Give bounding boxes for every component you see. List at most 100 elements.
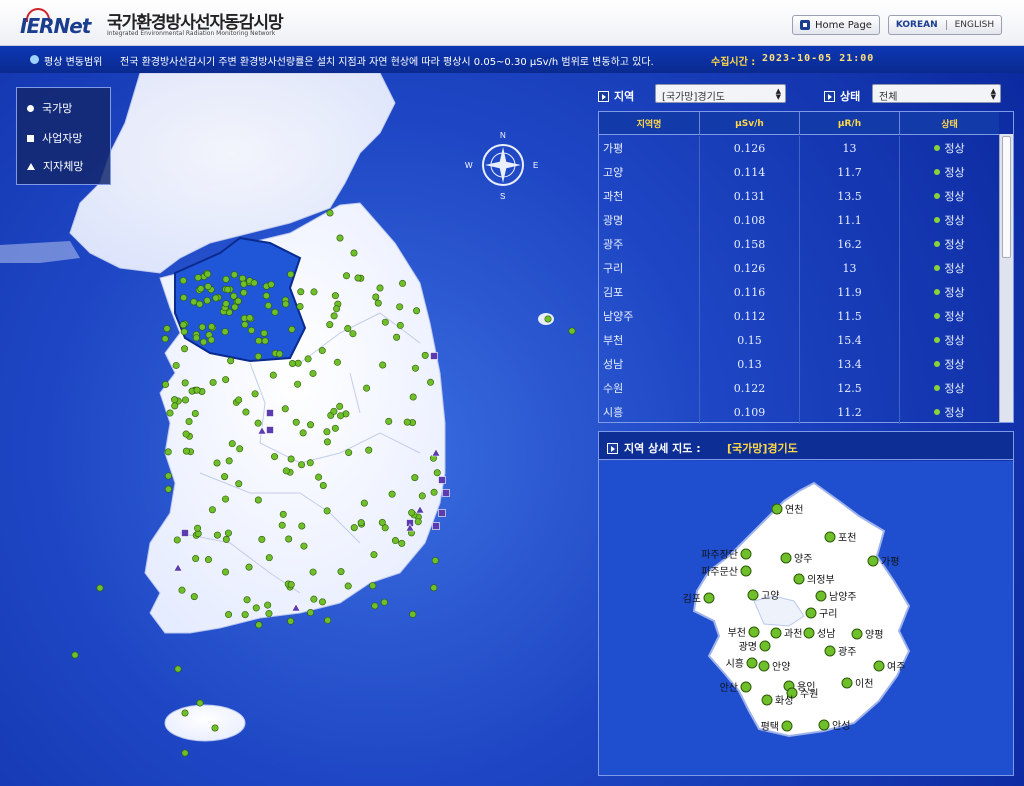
cell-ur: 12.5 — [800, 376, 900, 400]
gyeonggi-map[interactable]: 연천포천가평 파주장단파주문산 양주의정부남양주 김포 고양구리양평 부천 과천 성남광명 광주… — [599, 461, 1013, 775]
station-marker — [281, 405, 289, 413]
collection-time-value: 2023-10-05 21:00 — [762, 53, 875, 64]
station-marker — [292, 418, 300, 426]
station-marker — [224, 286, 232, 294]
station-marker — [398, 539, 406, 547]
detail-station-label: 파주장단 — [701, 549, 738, 561]
station-marker — [409, 393, 417, 401]
station-marker — [310, 595, 318, 603]
station-marker — [391, 537, 399, 545]
table-row[interactable]: 성남 0.13 13.4 정상 — [599, 352, 999, 376]
station-marker — [221, 328, 229, 336]
scroll-thumb[interactable] — [1002, 136, 1011, 258]
detail-title-text: 지역 상세 지도 : — [624, 442, 701, 455]
station-marker — [185, 418, 193, 426]
table-row[interactable]: 시흥 0.109 11.2 정상 — [599, 400, 999, 424]
col-status[interactable]: 상태 — [900, 112, 999, 135]
station-marker — [179, 321, 187, 329]
table-row[interactable]: 수원 0.122 12.5 정상 — [599, 376, 999, 400]
station-marker — [239, 274, 247, 282]
station-marker — [408, 509, 416, 517]
home-page-button[interactable]: Home Page — [792, 15, 880, 35]
station-marker — [207, 336, 215, 344]
station-marker — [181, 345, 189, 353]
cell-ur: 13.5 — [800, 184, 900, 208]
status-dot-icon — [934, 385, 941, 391]
cell-usv: 0.158 — [700, 232, 800, 256]
cell-usv: 0.126 — [700, 136, 800, 160]
table-row[interactable]: 고양 0.114 11.7 정상 — [599, 160, 999, 184]
legend-local-label: 지자체망 — [43, 160, 84, 173]
legend-national[interactable]: 국가망 — [27, 100, 72, 116]
detail-station-label: 부천 — [728, 627, 746, 639]
status-select[interactable]: 전체 ▲ ▼ — [872, 84, 1001, 103]
status-dot-icon — [934, 265, 941, 271]
table-row[interactable]: 가평 0.126 13 정상 — [599, 136, 999, 160]
station-marker — [345, 449, 353, 457]
detail-station-label: 남양주 — [829, 591, 857, 603]
detail-station-label: 가평 — [881, 556, 899, 568]
station-marker — [343, 272, 351, 280]
col-region[interactable]: 지역명 — [599, 112, 700, 135]
station-marker — [209, 378, 217, 386]
table-row[interactable]: 부천 0.15 15.4 정상 — [599, 328, 999, 352]
station-marker — [174, 665, 182, 673]
station-marker — [336, 234, 344, 242]
square-icon — [27, 134, 34, 142]
station-marker — [193, 386, 201, 394]
col-ur[interactable]: μR/h — [800, 112, 900, 135]
detail-station-label: 파주문산 — [701, 566, 738, 578]
station-marker — [222, 275, 230, 283]
station-marker — [288, 325, 296, 333]
cell-name: 광명 — [599, 208, 700, 232]
table-row[interactable]: 과천 0.131 13.5 정상 — [599, 184, 999, 208]
table-row[interactable]: 김포 0.116 11.9 정상 — [599, 280, 999, 304]
station-marker — [323, 428, 331, 436]
home-page-label: Home Page — [815, 19, 872, 31]
legend-operator[interactable]: 사업자망 — [27, 130, 82, 146]
logo[interactable]: IERNet — [12, 6, 104, 42]
station-marker — [235, 396, 243, 404]
station-marker — [310, 288, 318, 296]
lang-korean-link[interactable]: KOREAN — [896, 20, 938, 30]
table-row[interactable]: 광명 0.108 11.1 정상 — [599, 208, 999, 232]
station-marker — [369, 582, 377, 590]
station-marker — [166, 409, 174, 417]
cell-usv: 0.122 — [700, 376, 800, 400]
station-marker — [191, 409, 199, 417]
station-marker — [278, 521, 286, 529]
detail-station-label: 화성 — [775, 695, 793, 707]
station-marker — [182, 430, 190, 438]
station-marker — [264, 302, 272, 310]
table-row[interactable]: 구리 0.126 13 정상 — [599, 256, 999, 280]
station-marker — [381, 318, 389, 326]
operator-station-marker — [438, 509, 446, 517]
cell-status: 정상 — [900, 184, 999, 208]
table-row[interactable]: 남양주 0.112 11.5 정상 — [599, 304, 999, 328]
table-scrollbar[interactable] — [999, 134, 1013, 422]
station-marker — [350, 524, 358, 532]
cell-status: 정상 — [900, 136, 999, 160]
status-dot-icon — [934, 337, 941, 343]
station-marker — [330, 407, 338, 415]
station-marker — [197, 285, 205, 293]
region-select[interactable]: [국가망]경기도 ▲ ▼ — [655, 84, 786, 103]
station-marker — [224, 529, 232, 537]
cell-name: 부천 — [599, 328, 700, 352]
table-row[interactable]: 광주 0.158 16.2 정상 — [599, 232, 999, 256]
station-marker — [414, 518, 422, 526]
detail-station-marker — [781, 720, 793, 732]
station-marker — [245, 563, 253, 571]
station-marker — [213, 459, 221, 467]
detail-station-marker — [805, 607, 817, 619]
operator-station-marker — [442, 489, 450, 497]
circle-icon — [27, 104, 34, 112]
station-marker — [194, 274, 202, 282]
home-icon — [800, 20, 811, 30]
legend-local[interactable]: 지자체망 — [27, 158, 83, 174]
station-marker — [287, 617, 295, 625]
cell-status: 정상 — [900, 160, 999, 184]
lang-english-link[interactable]: ENGLISH — [955, 20, 995, 30]
col-usv[interactable]: μSv/h — [700, 112, 800, 135]
station-marker — [331, 424, 339, 432]
